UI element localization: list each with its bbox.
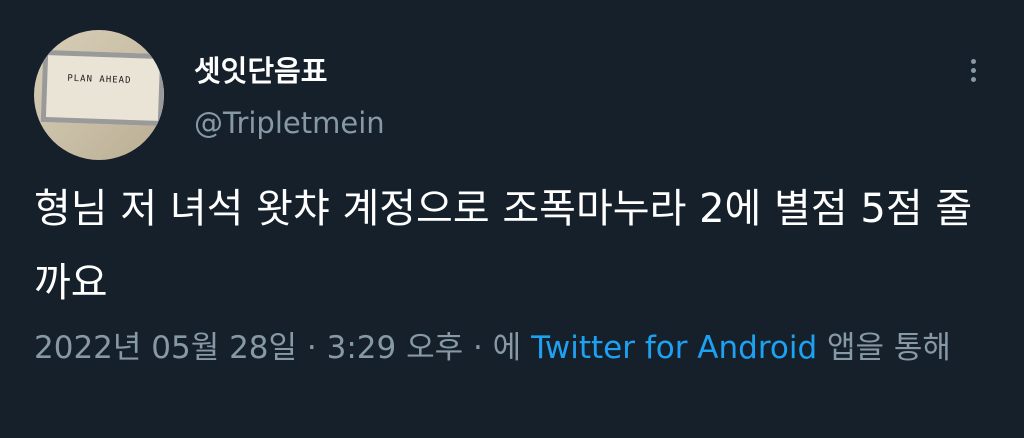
tweet-timestamp[interactable]: 2022년 05월 28일 · 3:29 오후 · 에 [34,330,531,366]
more-vertical-icon-dot [970,76,976,82]
more-vertical-icon-dot [970,67,976,73]
more-vertical-icon [970,58,976,64]
tweet-source-suffix: 앱을 통해 [817,330,951,366]
display-name[interactable]: 셋잇단음표 [194,48,327,90]
avatar-frame-image: PLAN AHEAD [40,49,164,127]
tweet-meta: 2022년 05월 28일 · 3:29 오후 · 에 Twitter for … [34,324,994,372]
tweet-text: 형님 저 녀석 왓챠 계정으로 조폭마누라 2에 별점 5점 줄까요 [34,186,973,306]
user-handle[interactable]: @Tripletmein [194,106,385,140]
avatar[interactable]: PLAN AHEAD [34,30,164,160]
avatar-frame-text: PLAN AHEAD [67,73,132,86]
tweet-source-link[interactable]: Twitter for Android [531,330,817,366]
more-options-button[interactable] [958,50,988,90]
